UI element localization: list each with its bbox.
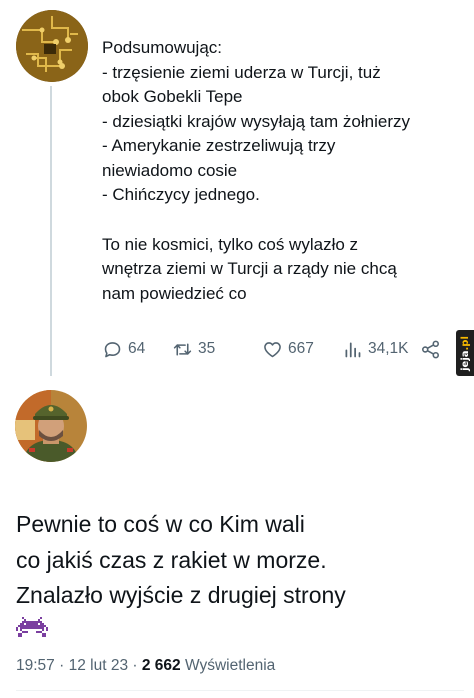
tweet-2-meta: 19:57 · 12 lut 23 · 2 662 Wyświetlenia [16,657,275,675]
tweet-2-line: Pewnie to coś w co Kim wali [16,511,305,537]
tweet-2-text: Pewnie to coś w co Kim wali co jakiś cza… [16,507,466,614]
reply-count: 64 [128,340,146,357]
alien-monster-emoji-icon [16,617,48,637]
thread-connector-line [50,86,52,376]
like-count: 667 [288,340,314,357]
tweet-1-line: obok Gobekli Tepe [102,87,243,106]
user-avatar-circuit[interactable] [16,10,88,82]
meta-separator: · [59,657,65,674]
tweet-date[interactable]: 12 lut 23 [69,657,128,674]
tweet-1-line: Podsumowując: [102,38,223,57]
tweet-1-line: wnętrza ziemi w Turcji a rządy nie chcą [102,259,397,278]
divider [16,690,464,691]
views-count: 34,1K [368,340,409,357]
tweet-time[interactable]: 19:57 [16,657,55,674]
avatar-soldier-image [15,390,87,462]
tweet-2-line: co jakiś czas z rakiet w morze. [16,546,327,573]
tweet-1-line: To nie kosmici, tylko coś wylazło z [102,234,359,254]
avatar-circuit-image [16,10,88,82]
views-chart-icon [345,342,361,357]
share-icon [422,340,439,358]
retweet-icon [173,342,192,356]
tweet-1-line: - Chińczycy jednego. [102,185,260,204]
tweet-1-line: - dziesiątki krajów wysyłają tam żołnier… [102,111,410,131]
watermark-text: jeja.pl [459,335,471,371]
share-button[interactable] [420,336,441,362]
user-avatar-soldier[interactable] [15,390,87,462]
like-button[interactable]: 667 [262,336,314,362]
meta-separator: · [132,657,138,674]
retweet-count: 35 [198,340,216,357]
reply-button[interactable]: 64 [102,336,145,362]
retweet-button[interactable]: 35 [172,336,215,362]
views-button[interactable]: 34,1K [342,336,409,362]
tweet-1-text: Podsumowując: - trzęsienie ziemi uderza … [102,36,468,306]
views-label: Wyświetlenia [184,657,276,674]
tweet-2-line: Znalazło wyjście z drugiej strony [16,582,346,608]
heart-icon [264,341,281,357]
views-total: 2 662 [141,657,181,674]
reply-icon [104,341,121,357]
tweet-1-action-bar: 64 35 667 34,1K [102,336,447,362]
tweet-1-line: - trzęsienie ziemi uderza w Turcji, tuż [102,62,381,82]
tweet-1-line: - Amerykanie zestrzeliwują trzy [102,136,336,155]
tweet-1-line: nam powiedzieć co [102,283,247,303]
jeja-watermark: jeja.pl [456,330,474,376]
tweet-1-line: niewiadomo cosie [102,160,238,180]
